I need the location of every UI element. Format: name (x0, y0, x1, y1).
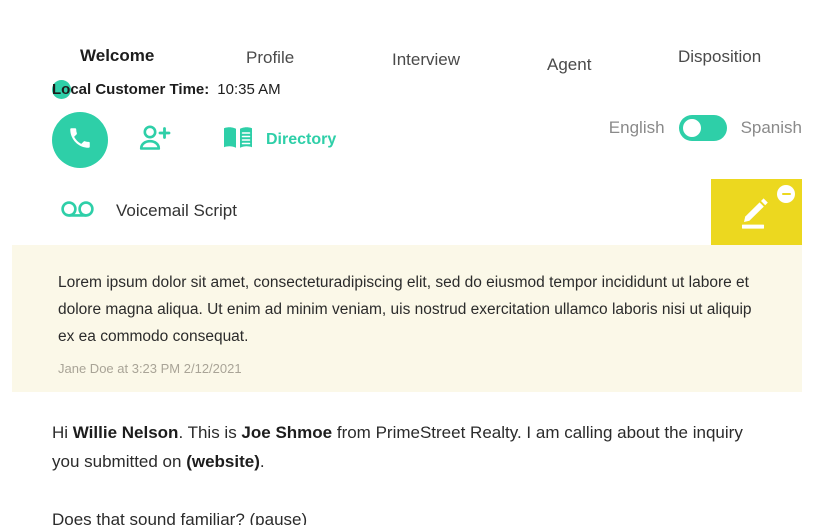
script-text-1a: Hi (52, 423, 73, 442)
script-customer-name: Willie Nelson (73, 423, 179, 442)
person-add-icon (138, 124, 172, 157)
language-label-english[interactable]: English (609, 118, 665, 138)
phone-icon (67, 125, 93, 156)
nav-tab-welcome[interactable]: Welcome (80, 46, 154, 66)
voicemail-script-header: Voicemail Script (60, 196, 237, 226)
script-paragraph-2: Does that sound familiar? (pause) (52, 505, 772, 525)
script-website-placeholder: (website) (186, 452, 260, 471)
nav-tab-agent[interactable]: Agent (547, 55, 591, 75)
script-spacer (52, 476, 772, 505)
nav-tab-profile[interactable]: Profile (246, 48, 294, 68)
directory-label: Directory (266, 131, 336, 149)
nav-tab-disposition[interactable]: Disposition (678, 47, 761, 67)
nav-tab-interview[interactable]: Interview (392, 50, 460, 70)
language-switch-knob (681, 117, 703, 139)
call-button[interactable] (52, 112, 108, 168)
note-text: Lorem ipsum dolor sit amet, consectetura… (58, 269, 764, 350)
voicemail-script-label: Voicemail Script (116, 201, 237, 221)
script-text-1c: . This is (178, 423, 241, 442)
local-customer-time-label: Local Customer Time: (52, 81, 209, 98)
minus-circle-icon[interactable] (777, 185, 795, 203)
add-person-button[interactable] (136, 124, 174, 156)
script-agent-name: Joe Shmoe (241, 423, 332, 442)
script-text-1g: . (260, 452, 265, 471)
voicemail-script-page: Welcome Profile Interview Agent Disposit… (0, 0, 840, 525)
script-paragraph-1: Hi Willie Nelson. This is Joe Shmoe from… (52, 418, 772, 476)
language-label-spanish[interactable]: Spanish (741, 118, 802, 138)
note-author-timestamp: Jane Doe at 3:23 PM 2/12/2021 (58, 361, 242, 376)
language-switch[interactable] (679, 115, 727, 141)
open-book-icon (222, 125, 254, 156)
edit-script-button[interactable] (711, 179, 802, 245)
main-navigation: Welcome Profile Interview Agent Disposit… (0, 34, 840, 72)
script-body: Hi Willie Nelson. This is Joe Shmoe from… (52, 418, 772, 525)
note-card: Lorem ipsum dolor sit amet, consectetura… (12, 245, 802, 392)
pencil-edit-icon (736, 196, 776, 232)
local-customer-time: Local Customer Time: 10:35 AM (52, 81, 281, 98)
directory-button[interactable]: Directory (222, 124, 336, 156)
voicemail-icon (60, 199, 96, 224)
language-toggle: English Spanish (609, 111, 802, 145)
local-customer-time-value: 10:35 AM (217, 81, 280, 98)
